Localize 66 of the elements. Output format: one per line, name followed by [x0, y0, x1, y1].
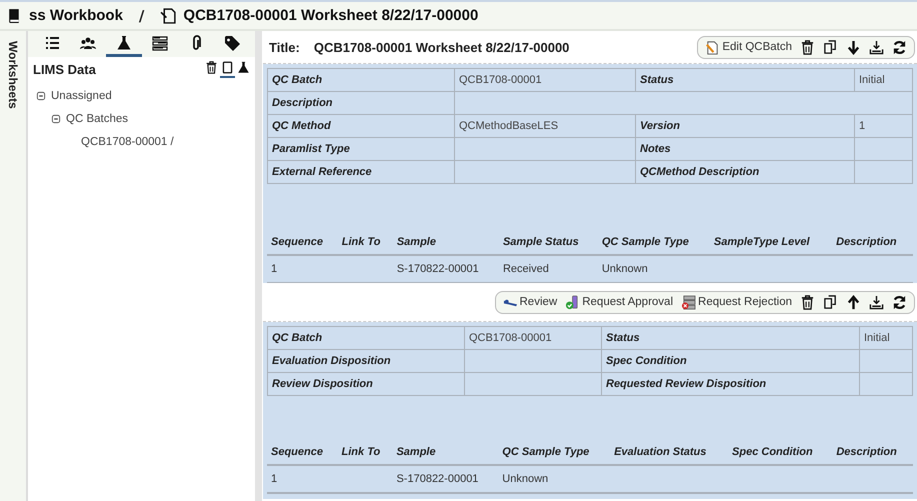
field-label: Evaluation Disposition	[268, 350, 464, 372]
column-header[interactable]: Spec Condition	[728, 440, 832, 465]
worksheet-title: QCB1708-00001 Worksheet 8/22/17-00000	[314, 40, 570, 54]
column-header[interactable]: Evaluation Status	[610, 440, 728, 465]
flask-icon	[116, 34, 132, 50]
tag-icon	[224, 34, 240, 50]
review-button[interactable]: Review	[500, 294, 560, 310]
column-header[interactable]: Sequence	[267, 440, 338, 465]
edit-icon	[705, 40, 720, 54]
field-label: Requested Review Disposition	[602, 372, 860, 396]
view-button[interactable]	[220, 61, 235, 78]
field-label: External Reference	[268, 160, 454, 184]
field-label: QC Batch	[268, 68, 454, 92]
breadcrumb-item[interactable]: QCB1708-00001 Worksheet 8/22/17-00000	[183, 7, 478, 24]
panel-title: LIMS Data	[33, 62, 96, 77]
field-value: Initial	[854, 68, 912, 92]
tree-item[interactable]: Unassigned	[51, 90, 112, 102]
collapse-icon[interactable]	[36, 90, 46, 100]
field-label: Status	[636, 68, 854, 92]
column-header[interactable]: Sample	[392, 230, 499, 255]
field-label: Paramlist Type	[268, 138, 454, 160]
field-value: 1	[854, 114, 912, 138]
column-header[interactable]: Description	[832, 230, 913, 255]
edit-button[interactable]: Edit QCBatch	[703, 40, 794, 54]
list-icon	[44, 34, 60, 50]
column-header[interactable]: Sequence	[267, 230, 338, 255]
table-cell: S-170822-00001	[392, 465, 498, 493]
field-label: Review Disposition	[268, 372, 464, 396]
field-label: QCMethod Description	[636, 160, 854, 184]
tree-item[interactable]: QCB1708-00001 /	[81, 136, 174, 148]
document-icon	[160, 7, 178, 24]
field-label: Notes	[636, 138, 854, 160]
download-button[interactable]	[867, 294, 886, 310]
form-reject-icon	[681, 294, 696, 310]
title-label: Title:	[269, 40, 300, 54]
download-button[interactable]	[867, 40, 886, 54]
column-header[interactable]: Description	[832, 440, 913, 465]
column-header[interactable]: QC Sample Type	[598, 230, 710, 255]
table-cell: Unknown	[498, 465, 610, 493]
table-cell: 1	[267, 465, 338, 493]
field-label: QC Method	[268, 114, 454, 138]
field-label: Version	[636, 114, 854, 138]
field-label: Spec Condition	[602, 350, 860, 372]
breadcrumb-separator: /	[138, 6, 144, 24]
collapse-icon[interactable]	[51, 114, 61, 124]
column-header[interactable]: Link To	[338, 230, 393, 255]
reject-button[interactable]: Request Rejection	[679, 294, 794, 310]
field-value: QCB1708-00001	[464, 326, 602, 350]
field-value: QCMethodBaseLES	[454, 114, 636, 138]
approve-button[interactable]: Request Approval	[563, 294, 676, 310]
breadcrumb-item[interactable]: ss Workbook	[29, 7, 123, 24]
field-value: QCB1708-00001	[454, 68, 636, 92]
field-label: Status	[602, 326, 860, 350]
vial-check-icon	[565, 294, 580, 310]
tree-item[interactable]: QC Batches	[66, 112, 128, 124]
column-header[interactable]: QC Sample Type	[498, 440, 610, 465]
column-header[interactable]: SampleType Level	[710, 230, 832, 255]
column-header[interactable]: Sample Status	[498, 230, 598, 255]
field-label: Description	[268, 92, 454, 114]
column-header[interactable]: Link To	[338, 440, 392, 465]
side-tab[interactable]: Worksheets	[6, 41, 20, 109]
column-header[interactable]: Sample	[392, 440, 498, 465]
field-label: QC Batch	[268, 326, 464, 350]
field-value: Initial	[860, 326, 912, 350]
people-icon	[80, 34, 96, 50]
form-icon	[152, 34, 168, 50]
